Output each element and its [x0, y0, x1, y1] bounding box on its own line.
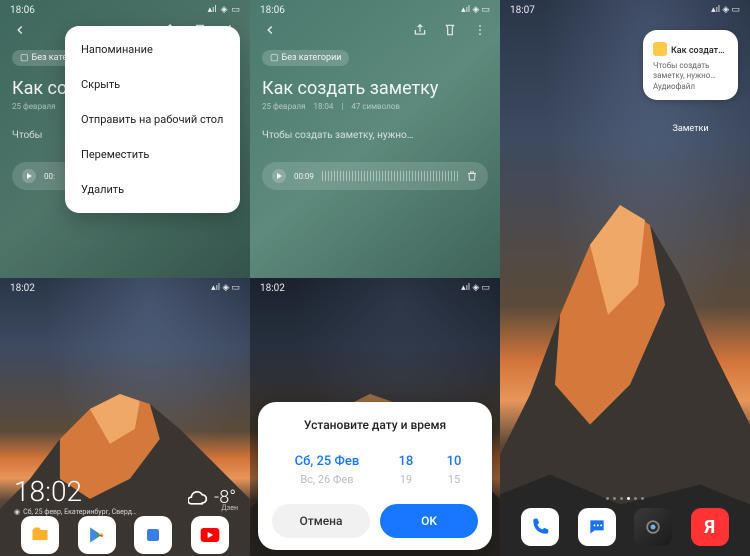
page-indicator[interactable]	[500, 497, 750, 500]
status-icons: ▴ıl ◈ ▭	[211, 283, 240, 293]
status-icons: ▴ıl ◈ ▭	[461, 283, 490, 293]
context-menu: Напоминание Скрыть Отправить на рабочий …	[65, 26, 240, 213]
weather-icon	[188, 488, 208, 508]
delete-audio-icon[interactable]	[466, 170, 478, 182]
yandex-icon-label: Я	[704, 517, 715, 538]
wifi-icon: ◈	[221, 5, 228, 15]
battery-icon: ▭	[231, 5, 240, 15]
folder-icon: ▢	[270, 53, 279, 63]
more-icon[interactable]	[472, 22, 488, 38]
picker-min-selected[interactable]: 10	[430, 454, 478, 469]
homescreen-date[interactable]: ◉ Сб, 25 февр, Екатеринбург, Сверд…	[14, 508, 137, 516]
app-generic[interactable]	[134, 516, 172, 554]
widget-label: Заметки	[643, 124, 738, 134]
picker-hour-next[interactable]: 19	[382, 473, 430, 486]
dialog-title: Установите дату и время	[272, 418, 478, 432]
feed-label[interactable]: Дзен	[221, 504, 238, 512]
app-playstore[interactable]	[78, 516, 116, 554]
note-body[interactable]: Чтобы создать заметку, нужно…	[262, 130, 488, 141]
status-time: 18:07	[510, 5, 535, 16]
menu-move[interactable]: Переместить	[65, 137, 240, 172]
status-icons: ▴ıl ◈ ▭	[461, 5, 490, 15]
cancel-button[interactable]: Отмена	[272, 504, 370, 538]
homescreen-clock[interactable]: 18:02	[14, 475, 137, 508]
template-icon[interactable]	[442, 22, 458, 38]
datetime-picker: Установите дату и время Сб, 25 Фев 18 10…	[258, 402, 492, 550]
app-files[interactable]	[21, 516, 59, 554]
status-time: 18:02	[260, 283, 285, 294]
picker-date-selected[interactable]: Сб, 25 Фев	[272, 454, 382, 469]
menu-delete[interactable]: Удалить	[65, 172, 240, 207]
location-icon: ◉	[14, 508, 20, 516]
menu-reminder[interactable]: Напоминание	[65, 32, 240, 67]
back-icon[interactable]	[12, 22, 28, 38]
waveform[interactable]	[322, 171, 458, 181]
play-icon[interactable]	[272, 169, 286, 183]
signal-icon: ▴ıl	[208, 5, 217, 15]
note-meta: 25 февраля	[12, 102, 55, 111]
note-title[interactable]: Как создать заметку	[262, 78, 438, 99]
picker-min-next[interactable]: 15	[430, 473, 478, 486]
notes-icon	[653, 42, 667, 56]
status-time: 18:02	[10, 283, 35, 294]
app-youtube[interactable]	[191, 516, 229, 554]
category-chip[interactable]: ▢ Без категории	[262, 50, 349, 66]
mountain-artwork	[500, 195, 750, 556]
dock	[0, 516, 250, 554]
menu-hide[interactable]: Скрыть	[65, 67, 240, 102]
status-icons: ▴ıl ◈ ▭	[711, 5, 740, 15]
audio-time: 00:09	[294, 172, 314, 181]
share-icon[interactable]	[412, 22, 428, 38]
status-time: 18:06	[260, 5, 285, 16]
back-icon[interactable]	[262, 22, 278, 38]
picker-wheel[interactable]: Сб, 25 Фев 18 10 Вс, 26 Фев 19 15	[272, 454, 478, 486]
chip-label: Без категории	[282, 53, 342, 63]
widget-title: Как создат…	[671, 46, 724, 56]
menu-send-desktop[interactable]: Отправить на рабочий стол	[65, 102, 240, 137]
audio-player: 00:09	[262, 162, 488, 190]
app-phone[interactable]	[521, 508, 559, 546]
dock: Я	[500, 508, 750, 546]
folder-icon: ▢	[20, 53, 29, 63]
picker-date-next[interactable]: Вс, 26 Фев	[272, 473, 382, 486]
notes-widget[interactable]: Как создат… Чтобы создать заметку, нужно…	[643, 30, 738, 100]
picker-hour-selected[interactable]: 18	[382, 454, 430, 469]
status-time: 18:06	[10, 5, 35, 16]
ok-button[interactable]: OK	[380, 504, 478, 538]
note-meta: 25 февраля 18:04 | 47 символов	[262, 102, 400, 111]
app-camera[interactable]	[634, 508, 672, 546]
audio-time: 00:	[44, 172, 55, 181]
status-icons: ▴ıl ◈ ▭	[208, 5, 240, 15]
app-messages[interactable]	[578, 508, 616, 546]
play-icon[interactable]	[22, 169, 36, 183]
app-yandex[interactable]: Я	[691, 508, 729, 546]
widget-body: Чтобы создать заметку, нужно… Аудиофайл	[653, 61, 728, 92]
